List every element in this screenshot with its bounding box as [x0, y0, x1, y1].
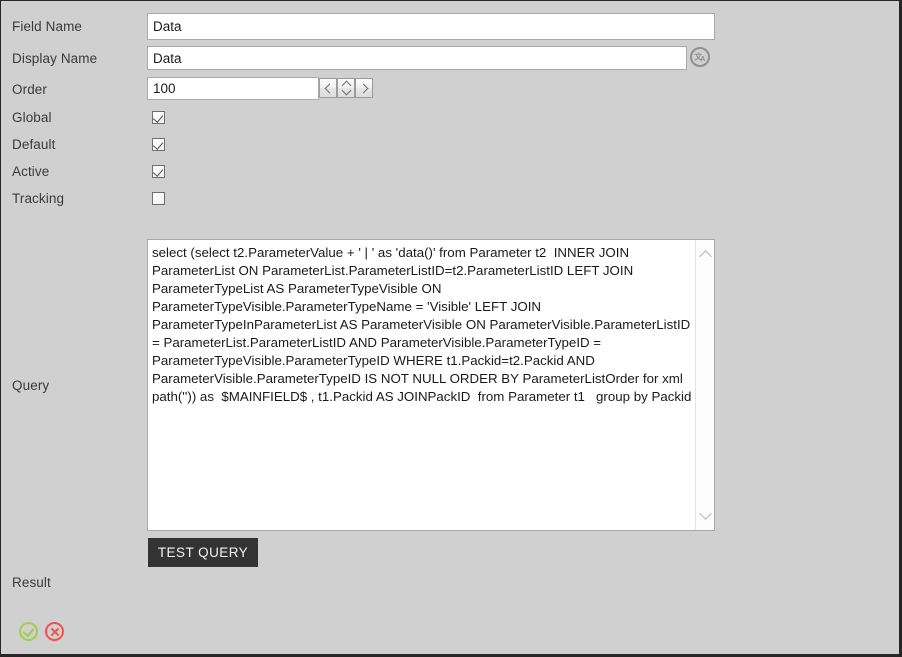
active-checkbox[interactable] — [152, 165, 165, 178]
form-row-global: Global — [1, 110, 899, 137]
default-checkbox[interactable] — [152, 138, 165, 151]
query-label: Query — [12, 378, 49, 394]
query-textarea[interactable] — [148, 240, 694, 530]
scroll-down-arrow-icon[interactable] — [696, 506, 714, 524]
field-name-input[interactable] — [147, 13, 715, 40]
success-check-circle-icon[interactable] — [19, 622, 38, 641]
order-stepper — [319, 78, 373, 98]
form-row-display-name: Display Name 文 A — [1, 46, 899, 73]
form-row-field-name: Field Name — [1, 13, 899, 40]
order-label: Order — [12, 82, 47, 98]
test-query-button[interactable]: TEST QUERY — [148, 538, 258, 567]
display-name-label: Display Name — [12, 51, 97, 67]
order-updown-buttons[interactable] — [337, 78, 355, 98]
default-label: Default — [12, 137, 55, 153]
query-editor — [147, 239, 715, 531]
translate-icon[interactable]: 文 A — [690, 47, 710, 67]
global-checkbox[interactable] — [152, 111, 165, 124]
error-x-circle-icon[interactable] — [45, 622, 64, 641]
tracking-label: Tracking — [12, 191, 64, 207]
form-row-default: Default — [1, 137, 899, 164]
form-row-order: Order — [1, 77, 899, 104]
field-name-label: Field Name — [12, 19, 82, 35]
display-name-input[interactable] — [147, 46, 687, 70]
global-label: Global — [12, 110, 52, 126]
order-previous-button[interactable] — [319, 78, 337, 98]
active-label: Active — [12, 164, 49, 180]
svg-text:A: A — [700, 56, 705, 63]
result-status-icons — [19, 622, 64, 641]
form-row-active: Active — [1, 164, 899, 191]
order-input[interactable] — [147, 77, 319, 100]
scroll-up-arrow-icon[interactable] — [696, 246, 714, 264]
field-editor-panel: Field Name Display Name 文 A Order Global — [0, 0, 902, 657]
result-label: Result — [12, 575, 51, 591]
query-scrollbar[interactable] — [695, 240, 714, 530]
order-next-button[interactable] — [355, 78, 373, 98]
form-row-tracking: Tracking — [1, 191, 899, 218]
tracking-checkbox[interactable] — [152, 192, 165, 205]
